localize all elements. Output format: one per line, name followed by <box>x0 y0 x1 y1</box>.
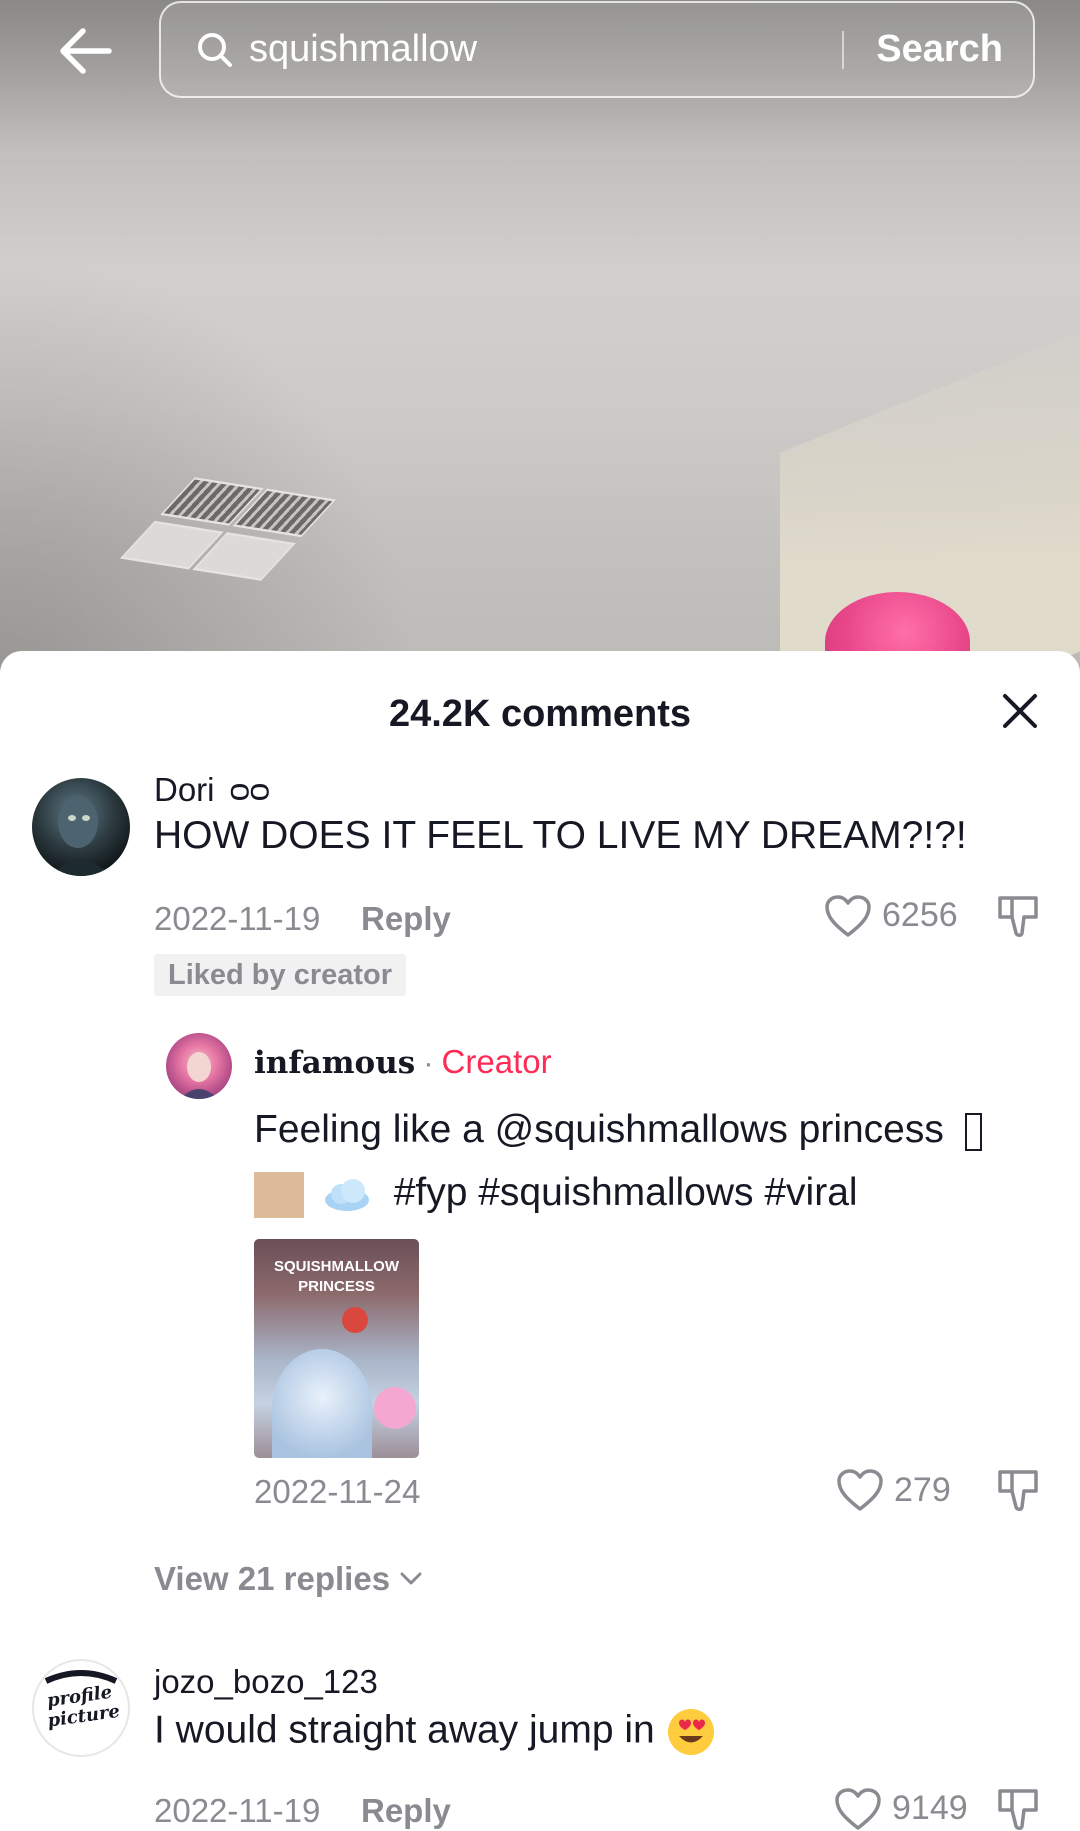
creator-username-line[interactable]: infamous · Creator <box>254 1043 552 1081</box>
heart-icon[interactable] <box>832 1784 884 1831</box>
separator-dot: · <box>423 1045 434 1080</box>
reply-button[interactable]: Reply <box>361 900 451 938</box>
comment-username[interactable]: jozo_bozo_123 <box>154 1663 378 1701</box>
username-suffix: ᴑᴑ <box>229 771 270 808</box>
creator-tag: Creator <box>441 1043 552 1080</box>
like-count: 6256 <box>882 896 958 934</box>
thumbnail-text: SQUISHMALLOW PRINCESS <box>274 1258 399 1295</box>
close-icon[interactable] <box>996 687 1044 735</box>
like-count: 279 <box>894 1471 951 1509</box>
heart-icon[interactable] <box>834 1465 886 1515</box>
chevron-down-icon <box>400 1572 422 1586</box>
creator-username[interactable]: infamous <box>254 1045 415 1081</box>
dislike-icon[interactable] <box>994 1784 1044 1831</box>
video-background <box>0 0 1080 680</box>
comment-text: I would straight away jump in <box>154 1707 716 1757</box>
heart-eyes-emoji-icon <box>666 1707 716 1757</box>
view-replies-button[interactable]: View 21 replies <box>154 1560 422 1598</box>
comment-text: HOW DOES IT FEEL TO LIVE MY DREAM?!?! <box>154 814 967 857</box>
creator-reply-text-line1: Feeling like a @squishmallows princess <box>254 1108 982 1152</box>
comments-sheet: 24.2K comments Dori ᴑᴑ HOW DOES IT FEEL … <box>0 651 1080 1831</box>
like-count: 9149 <box>892 1789 968 1827</box>
missing-glyph-icon <box>964 1112 982 1151</box>
creator-avatar[interactable] <box>166 1033 232 1099</box>
search-icon <box>195 30 235 70</box>
dislike-icon[interactable] <box>994 1465 1044 1515</box>
creator-reply-date: 2022-11-24 <box>254 1473 421 1510</box>
cloud-icon <box>321 1172 373 1218</box>
search-bar[interactable]: squishmallow Search <box>159 1 1035 98</box>
avatar[interactable] <box>32 778 130 876</box>
back-arrow-icon[interactable] <box>52 18 118 84</box>
avatar[interactable]: profile picture <box>32 1659 130 1757</box>
search-query[interactable]: squishmallow <box>249 28 842 71</box>
creator-reply-text-line2: #fyp #squishmallows #viral <box>254 1171 858 1218</box>
search-button[interactable]: Search <box>844 28 1033 71</box>
video-thumbnail[interactable]: SQUISHMALLOW PRINCESS <box>254 1239 419 1458</box>
comments-count-title: 24.2K comments <box>388 693 691 735</box>
beige-square-icon <box>254 1171 304 1218</box>
comment-username[interactable]: Dori ᴑᴑ <box>154 771 270 809</box>
reply-button[interactable]: Reply <box>361 1792 451 1830</box>
comment-date: 2022-11-19 <box>154 1792 321 1829</box>
comment-date: 2022-11-19 <box>154 900 321 937</box>
liked-by-creator-badge: Liked by creator <box>154 954 407 996</box>
heart-icon[interactable] <box>822 891 874 941</box>
dislike-icon[interactable] <box>994 891 1044 941</box>
